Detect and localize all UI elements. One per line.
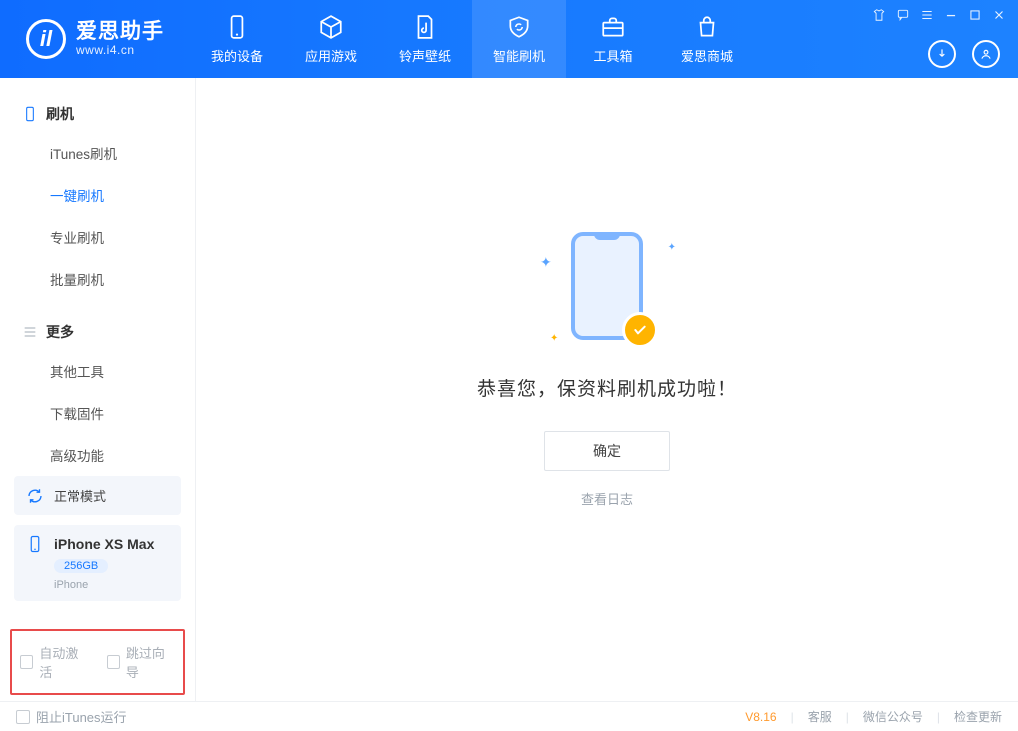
account-button[interactable] bbox=[972, 40, 1000, 68]
close-icon[interactable] bbox=[992, 8, 1006, 22]
nav-label: 工具箱 bbox=[593, 46, 632, 65]
nav-smart-flash[interactable]: 智能刷机 bbox=[472, 0, 566, 78]
list-icon bbox=[22, 324, 38, 340]
nav-toolbox[interactable]: 工具箱 bbox=[566, 0, 660, 78]
sidebar-item-itunes-flash[interactable]: iTunes刷机 bbox=[0, 132, 195, 174]
sidebar-item-advanced[interactable]: 高级功能 bbox=[0, 434, 195, 476]
view-log-link[interactable]: 查看日志 bbox=[581, 489, 633, 508]
nav-label: 爱思商城 bbox=[681, 46, 733, 65]
brand-logo: il 爱思助手 www.i4.cn bbox=[0, 0, 186, 78]
sync-icon bbox=[26, 487, 44, 505]
toolbox-icon bbox=[600, 14, 626, 40]
footer-link-wechat[interactable]: 微信公众号 bbox=[863, 708, 923, 725]
sidebar-section-more: 更多 bbox=[0, 314, 195, 350]
checkbox-icon bbox=[16, 710, 30, 724]
checkbox-label: 阻止iTunes运行 bbox=[36, 707, 127, 726]
checkbox-auto-activate[interactable]: 自动激活 bbox=[20, 643, 89, 681]
success-message: 恭喜您，保资料刷机成功啦！ bbox=[477, 374, 737, 401]
menu-icon[interactable] bbox=[920, 8, 934, 22]
checkbox-skip-guide[interactable]: 跳过向导 bbox=[107, 643, 176, 681]
sidebar-section-label: 更多 bbox=[46, 322, 74, 342]
footer-link-support[interactable]: 客服 bbox=[808, 708, 832, 725]
nav-apps-games[interactable]: 应用游戏 bbox=[284, 0, 378, 78]
sidebar-item-batch-flash[interactable]: 批量刷机 bbox=[0, 258, 195, 300]
checkbox-icon bbox=[20, 655, 33, 669]
sidebar-section-flash: 刷机 bbox=[0, 96, 195, 132]
success-illustration: ✦ ✦ ✦ bbox=[532, 232, 682, 352]
status-bar: 阻止iTunes运行 V8.16 | 客服 | 微信公众号 | 检查更新 bbox=[0, 701, 1018, 731]
download-button[interactable] bbox=[928, 40, 956, 68]
cube-icon bbox=[318, 14, 344, 40]
device-name: iPhone XS Max bbox=[54, 536, 154, 552]
sidebar-item-download-firmware[interactable]: 下载固件 bbox=[0, 392, 195, 434]
checkbox-label: 跳过向导 bbox=[126, 643, 175, 681]
nav-label: 智能刷机 bbox=[493, 46, 545, 65]
device-card[interactable]: iPhone XS Max 256GB iPhone bbox=[14, 525, 181, 601]
device-mode-label: 正常模式 bbox=[54, 486, 106, 505]
brand-subtitle: www.i4.cn bbox=[76, 44, 164, 58]
top-nav: 我的设备 应用游戏 铃声壁纸 智能刷机 工具箱 爱思商城 bbox=[190, 0, 754, 78]
checkbox-block-itunes[interactable]: 阻止iTunes运行 bbox=[16, 707, 127, 726]
sidebar-item-other-tools[interactable]: 其他工具 bbox=[0, 350, 195, 392]
phone-small-icon bbox=[26, 535, 44, 553]
maximize-icon[interactable] bbox=[968, 8, 982, 22]
bag-icon bbox=[694, 14, 720, 40]
sidebar-item-onekey-flash[interactable]: 一键刷机 bbox=[0, 174, 195, 216]
nav-label: 我的设备 bbox=[211, 46, 263, 65]
app-header: il 爱思助手 www.i4.cn 我的设备 应用游戏 铃声壁纸 智能刷机 工具… bbox=[0, 0, 1018, 78]
minimize-icon[interactable] bbox=[944, 8, 958, 22]
success-check-icon bbox=[622, 312, 658, 348]
feedback-icon[interactable] bbox=[896, 8, 910, 22]
checkbox-icon bbox=[107, 655, 120, 669]
sparkle-icon: ✦ bbox=[550, 333, 558, 344]
nav-store[interactable]: 爱思商城 bbox=[660, 0, 754, 78]
nav-ringtones-wallpapers[interactable]: 铃声壁纸 bbox=[378, 0, 472, 78]
device-storage-badge: 256GB bbox=[54, 559, 108, 573]
sparkle-icon: ✦ bbox=[668, 242, 676, 253]
brand-title: 爱思助手 bbox=[76, 20, 164, 44]
sparkle-icon: ✦ bbox=[540, 254, 552, 271]
nav-label: 应用游戏 bbox=[305, 46, 357, 65]
nav-label: 铃声壁纸 bbox=[399, 46, 451, 65]
device-mode-card[interactable]: 正常模式 bbox=[14, 476, 181, 515]
device-type-label: iPhone bbox=[54, 579, 88, 591]
refresh-shield-icon bbox=[506, 14, 532, 40]
version-label: V8.16 bbox=[745, 710, 776, 724]
sidebar: 刷机 iTunes刷机 一键刷机 专业刷机 批量刷机 更多 其他工具 下载固件 … bbox=[0, 78, 196, 701]
checkbox-label: 自动激活 bbox=[39, 643, 88, 681]
phone-icon bbox=[224, 14, 250, 40]
sidebar-section-label: 刷机 bbox=[46, 104, 74, 124]
sidebar-item-pro-flash[interactable]: 专业刷机 bbox=[0, 216, 195, 258]
music-file-icon bbox=[412, 14, 438, 40]
device-icon bbox=[22, 106, 38, 122]
ok-button[interactable]: 确定 bbox=[544, 431, 670, 471]
user-icon bbox=[979, 47, 993, 61]
nav-my-device[interactable]: 我的设备 bbox=[190, 0, 284, 78]
flash-options-box: 自动激活 跳过向导 bbox=[10, 629, 185, 695]
footer-link-update[interactable]: 检查更新 bbox=[954, 708, 1002, 725]
shirt-icon[interactable] bbox=[872, 8, 886, 22]
download-icon bbox=[935, 47, 949, 61]
main-content: ✦ ✦ ✦ 恭喜您，保资料刷机成功啦！ 确定 查看日志 bbox=[196, 78, 1018, 701]
brand-badge-icon: il bbox=[26, 19, 66, 59]
